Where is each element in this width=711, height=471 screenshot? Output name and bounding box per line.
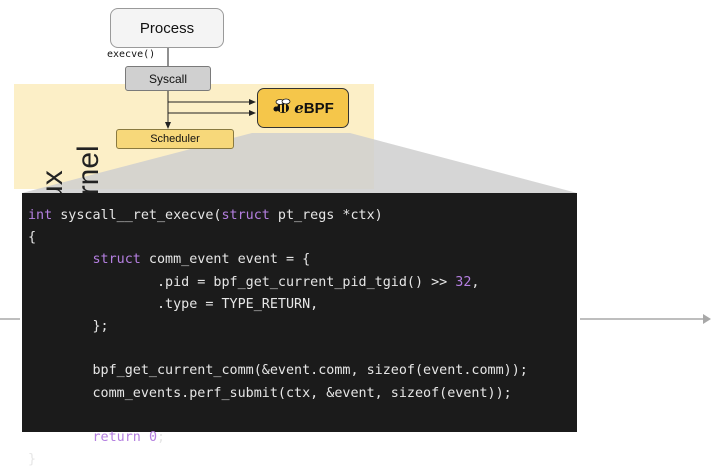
- process-label: Process: [139, 19, 195, 37]
- code-token: comm_events.perf_submit(ctx, &event, siz…: [28, 385, 512, 401]
- scheduler-box: Scheduler: [116, 129, 234, 149]
- execve-label: execve(): [107, 49, 156, 60]
- bee-logo-icon: [272, 98, 292, 119]
- code-panel: int syscall__ret_execve(struct pt_regs *…: [22, 193, 577, 467]
- code-token: }: [28, 452, 37, 468]
- code-token: comm_event event = {: [140, 252, 311, 268]
- kernel-label: Linux Kernel: [14, 84, 105, 242]
- code-line: {: [28, 227, 577, 249]
- syscall-box: Syscall: [125, 66, 211, 91]
- code-line: };: [28, 316, 577, 338]
- code-token: .type = TYPE_RETURN,: [28, 296, 319, 312]
- code-token: {: [28, 230, 37, 246]
- code-token-kw: struct: [221, 208, 270, 223]
- code-token: ,: [471, 274, 480, 290]
- code-line: .pid = bpf_get_current_pid_tgid() >> 32,: [28, 272, 577, 294]
- syscall-to-ebpf-arrowhead: [249, 99, 256, 105]
- code-line: comm_events.perf_submit(ctx, &event, siz…: [28, 383, 577, 405]
- ebpf-label-e: e: [294, 99, 304, 117]
- code-line: struct comm_event event = {: [28, 249, 577, 271]
- syscall-to-scheduler-arrowhead: [165, 122, 171, 129]
- zoom-projection: [22, 133, 577, 193]
- code-line: int syscall__ret_execve(struct pt_regs *…: [28, 205, 577, 227]
- code-token-num: 0: [148, 429, 157, 445]
- code-token-kw: int: [28, 208, 53, 223]
- code-line: return 0;: [28, 427, 577, 449]
- ebpf-box: e BPF: [257, 88, 349, 128]
- code-token: };: [28, 318, 109, 334]
- right-connector-arrowhead: [703, 314, 711, 324]
- ebpf-label-bpf: BPF: [303, 99, 334, 117]
- code-line: bpf_get_current_comm(&event.comm, sizeof…: [28, 360, 577, 382]
- process-box: Process: [110, 8, 224, 48]
- code-token: syscall__ret_execve(: [52, 208, 222, 223]
- code-line: .type = TYPE_RETURN,: [28, 294, 577, 316]
- code-token-num: 32: [455, 274, 472, 290]
- scheduler-label: Scheduler: [150, 133, 200, 145]
- code-token-kw: struct: [92, 252, 141, 268]
- syscall-to-ebpf-arrowhead-2: [249, 110, 256, 116]
- code-token: bpf_get_current_comm(&event.comm, sizeof…: [28, 363, 528, 379]
- code-token-kw: return: [92, 429, 141, 445]
- code-line: }: [28, 449, 577, 471]
- code-token: pt_regs *ctx): [269, 208, 383, 223]
- code-token: .pid = bpf_get_current_pid_tgid() >>: [28, 274, 456, 290]
- code-token: ;: [157, 429, 166, 445]
- syscall-label: Syscall: [148, 71, 187, 86]
